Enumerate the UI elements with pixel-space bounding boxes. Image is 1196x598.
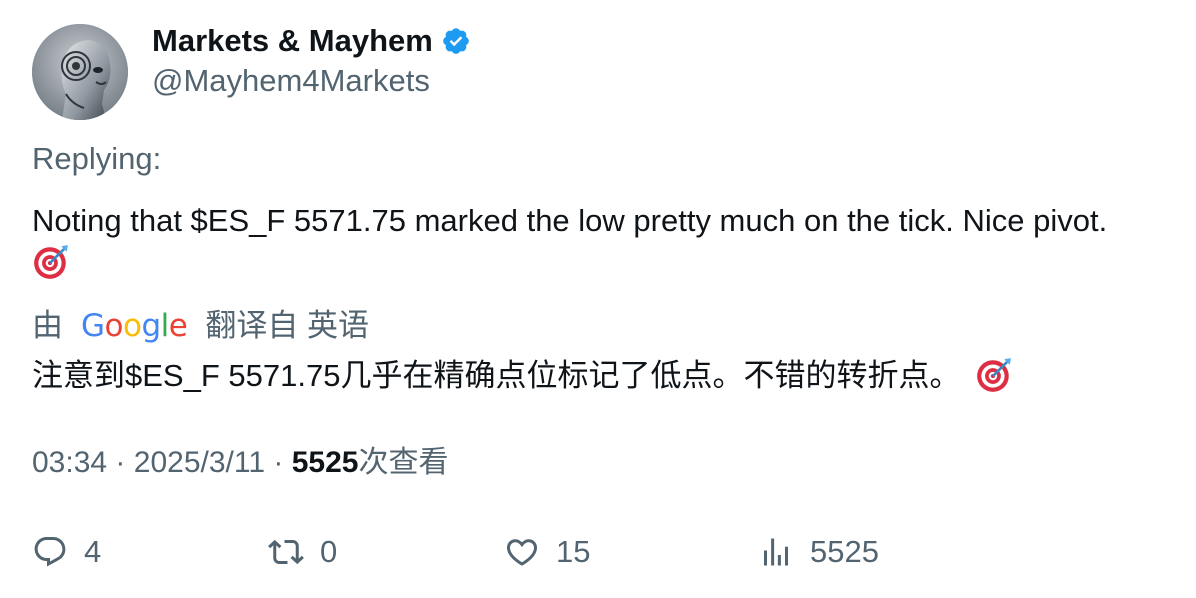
author-display-name[interactable]: Markets & Mayhem: [152, 22, 433, 60]
avatar[interactable]: [32, 24, 128, 120]
tweet-meta: 03:34 · 2025/3/11 · 5525次查看: [32, 444, 448, 482]
tweet-text: Noting that $ES_F 5571.75 marked the low…: [32, 200, 1162, 284]
reply-button[interactable]: 4: [32, 530, 101, 574]
tweet-date[interactable]: 2025/3/11: [134, 446, 265, 479]
action-bar: 4 0 15 5525: [32, 530, 1162, 574]
repost-icon: [268, 539, 304, 565]
views-action-count: 5525: [810, 534, 879, 569]
repost-button[interactable]: 0: [268, 530, 337, 574]
like-button[interactable]: 15: [504, 530, 590, 574]
direct-hit-emoji-icon: [34, 245, 68, 279]
meta-separator: ·: [273, 446, 284, 479]
replying-label: Replying:: [32, 141, 162, 176]
translation-attribution: 由 Google 翻译自 英语: [32, 306, 369, 346]
author-handle[interactable]: @Mayhem4Markets: [152, 62, 430, 100]
views-label: 次查看: [358, 446, 449, 479]
verified-badge-icon[interactable]: [441, 26, 471, 56]
analytics-icon: [764, 538, 788, 566]
google-logo-icon: Google: [81, 308, 188, 344]
translated-text: 注意到$ES_F 5571.75几乎在精确点位标记了低点。不错的转折点。: [32, 356, 1013, 396]
reply-icon: [34, 537, 66, 567]
repost-count: 0: [320, 534, 338, 569]
translation-suffix: 翻译自 英语: [205, 308, 369, 343]
direct-hit-emoji-icon: [977, 358, 1011, 392]
translation-prefix: 由: [32, 308, 63, 343]
author-name-row[interactable]: Markets & Mayhem: [152, 22, 471, 60]
robot-avatar-image: [32, 24, 128, 120]
views-button[interactable]: 5525: [758, 530, 879, 574]
views-count: 5525: [291, 446, 359, 479]
like-count: 15: [556, 534, 591, 569]
tweet-time[interactable]: 03:34: [32, 446, 107, 479]
reply-count: 4: [84, 534, 102, 569]
heart-icon: [506, 539, 538, 566]
meta-separator: ·: [115, 446, 126, 479]
tweet-body: Noting that $ES_F 5571.75 marked the low…: [32, 203, 1108, 238]
translated-body: 注意到$ES_F 5571.75几乎在精确点位标记了低点。不错的转折点。: [32, 358, 961, 393]
